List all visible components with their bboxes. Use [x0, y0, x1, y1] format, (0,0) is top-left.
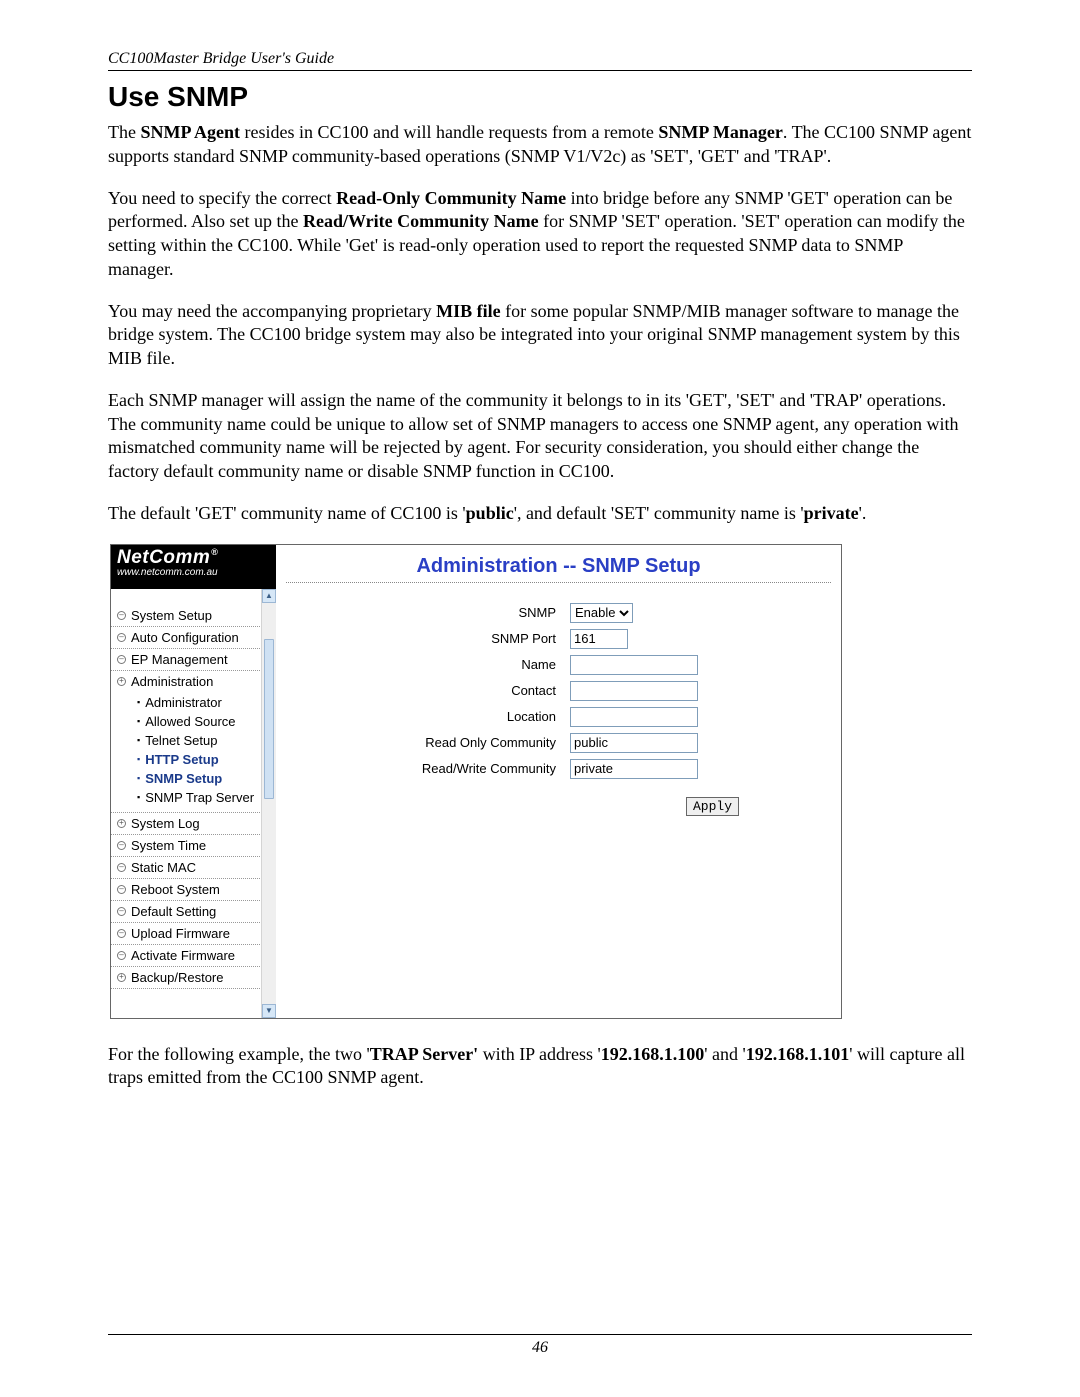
- rw-community-label: Read/Write Community: [386, 761, 570, 776]
- sidebar-item[interactable]: –System Time: [111, 835, 276, 857]
- scroll-up-icon[interactable]: ▲: [262, 589, 276, 603]
- rw-community-input[interactable]: [570, 759, 698, 779]
- sidebar-item[interactable]: + Administration Administrator Allowed Sour…: [111, 671, 276, 813]
- sidebar-item[interactable]: –Activate Firmware: [111, 945, 276, 967]
- sidebar-item[interactable]: + System Log: [111, 813, 276, 835]
- nav-tree: –System Setup–Auto Configuration–EP Mana…: [111, 605, 276, 989]
- expand-icon: +: [117, 819, 126, 828]
- paragraph-4: Each SNMP manager will assign the name o…: [108, 389, 972, 484]
- snmp-select[interactable]: Enable: [570, 603, 633, 623]
- admin-ui-screenshot: NetComm® www.netcomm.com.au –System Setu…: [110, 544, 842, 1019]
- location-input[interactable]: [570, 707, 698, 727]
- sidebar-item-label: System Log: [131, 816, 200, 831]
- collapse-icon: –: [117, 655, 126, 664]
- collapse-icon: –: [117, 841, 126, 850]
- brand-url: www.netcomm.com.au: [117, 567, 270, 578]
- apply-button[interactable]: Apply: [686, 797, 739, 816]
- snmp-label: SNMP: [386, 605, 570, 620]
- snmp-form: SNMP Enable SNMP Port Name Contact: [386, 603, 831, 816]
- sidebar-item[interactable]: –Reboot System: [111, 879, 276, 901]
- brand-name: NetComm: [117, 547, 210, 568]
- sidebar-subitem[interactable]: Allowed Source: [137, 712, 276, 731]
- ro-community-label: Read Only Community: [386, 735, 570, 750]
- sidebar-subitem-label: SNMP Setup: [145, 771, 222, 786]
- document-page: CC100Master Bridge User's Guide Use SNMP…: [0, 0, 1080, 1397]
- sidebar: NetComm® www.netcomm.com.au –System Setu…: [111, 545, 276, 1018]
- running-header: CC100Master Bridge User's Guide: [108, 50, 972, 71]
- sidebar-item[interactable]: –Auto Configuration: [111, 627, 276, 649]
- paragraph-2: You need to specify the correct Read-Onl…: [108, 187, 972, 282]
- paragraph-6: For the following example, the two 'TRAP…: [108, 1043, 972, 1091]
- sidebar-item[interactable]: –EP Management: [111, 649, 276, 671]
- location-label: Location: [386, 709, 570, 724]
- collapse-icon: –: [117, 951, 126, 960]
- sidebar-item-label: System Time: [131, 838, 206, 853]
- panel-title: Administration -- SNMP Setup: [286, 549, 831, 583]
- expand-icon: +: [117, 677, 126, 686]
- sidebar-subitem[interactable]: Administrator: [137, 693, 276, 712]
- page-footer: 46: [108, 1334, 972, 1357]
- sidebar-subitem[interactable]: Telnet Setup: [137, 731, 276, 750]
- sidebar-item-label: Administration: [131, 674, 213, 689]
- sidebar-scrollbar[interactable]: ▲ ▼: [261, 589, 276, 1018]
- ro-community-input[interactable]: [570, 733, 698, 753]
- collapse-icon: –: [117, 633, 126, 642]
- sidebar-item[interactable]: –Static MAC: [111, 857, 276, 879]
- sidebar-item-label: Activate Firmware: [131, 948, 235, 963]
- collapse-icon: –: [117, 863, 126, 872]
- sidebar-item[interactable]: –Upload Firmware: [111, 923, 276, 945]
- sidebar-item-label: Reboot System: [131, 882, 220, 897]
- contact-label: Contact: [386, 683, 570, 698]
- sidebar-item-label: Static MAC: [131, 860, 196, 875]
- collapse-icon: –: [117, 907, 126, 916]
- brand-logo: NetComm® www.netcomm.com.au: [111, 545, 276, 589]
- main-panel: Administration -- SNMP Setup SNMP Enable…: [276, 545, 841, 1018]
- sidebar-item-label: Upload Firmware: [131, 926, 230, 941]
- collapse-icon: –: [117, 929, 126, 938]
- sidebar-subitem[interactable]: HTTP Setup: [137, 750, 276, 769]
- collapse-icon: –: [117, 885, 126, 894]
- sidebar-item[interactable]: –Default Setting: [111, 901, 276, 923]
- scroll-down-icon[interactable]: ▼: [262, 1004, 276, 1018]
- paragraph-5: The default 'GET' community name of CC10…: [108, 502, 972, 526]
- page-number: 46: [532, 1339, 548, 1356]
- sidebar-item[interactable]: –System Setup: [111, 605, 276, 627]
- sidebar-item[interactable]: + Backup/Restore: [111, 967, 276, 989]
- sidebar-item-label: System Setup: [131, 608, 212, 623]
- sidebar-subitem-label: Administrator: [145, 695, 222, 710]
- sidebar-subitem-label: SNMP Trap Server: [145, 790, 254, 805]
- paragraph-3: You may need the accompanying proprietar…: [108, 300, 972, 371]
- sidebar-item-label: Auto Configuration: [131, 630, 239, 645]
- sidebar-subitem-label: HTTP Setup: [145, 752, 218, 767]
- sidebar-item-label: EP Management: [131, 652, 228, 667]
- collapse-icon: –: [117, 611, 126, 620]
- section-title: Use SNMP: [108, 81, 972, 113]
- paragraph-1: The SNMP Agent resides in CC100 and will…: [108, 121, 972, 169]
- name-input[interactable]: [570, 655, 698, 675]
- sidebar-item-label: Default Setting: [131, 904, 216, 919]
- sidebar-subitem[interactable]: SNMP Setup: [137, 769, 276, 788]
- snmp-port-input[interactable]: [570, 629, 628, 649]
- name-label: Name: [386, 657, 570, 672]
- expand-icon: +: [117, 973, 126, 982]
- sidebar-subitem[interactable]: SNMP Trap Server: [137, 788, 276, 807]
- snmp-port-label: SNMP Port: [386, 631, 570, 646]
- sidebar-item-label: Backup/Restore: [131, 970, 224, 985]
- scroll-thumb[interactable]: [264, 639, 274, 799]
- sidebar-subitem-label: Allowed Source: [145, 714, 235, 729]
- contact-input[interactable]: [570, 681, 698, 701]
- sidebar-subitem-label: Telnet Setup: [145, 733, 217, 748]
